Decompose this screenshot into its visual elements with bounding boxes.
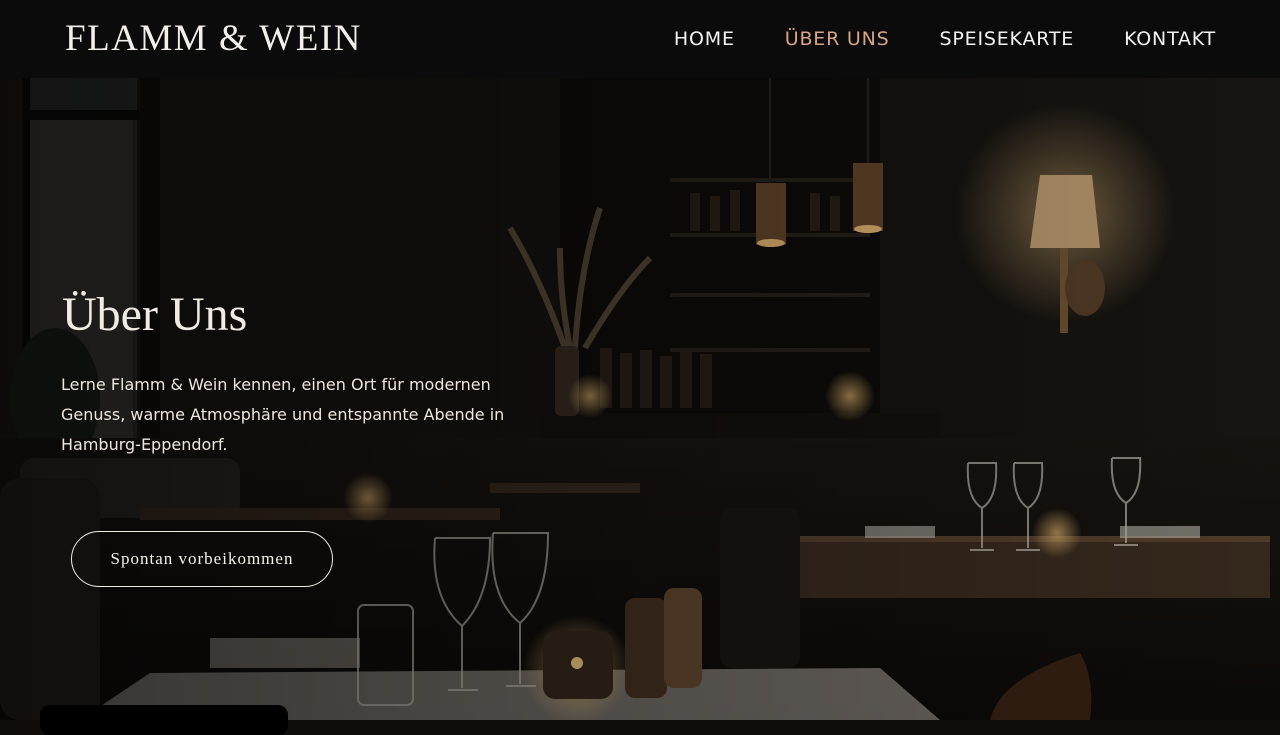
floating-widget-tab[interactable] [40,705,288,735]
page-title: Über Uns [62,288,248,341]
nav-item-home[interactable]: HOME [674,27,735,51]
main-nav: HOME ÜBER UNS SPEISEKARTE KONTAKT [624,27,1216,51]
nav-item-kontakt[interactable]: KONTAKT [1124,27,1216,51]
spontan-vorbeikommen-button[interactable]: Spontan vorbeikommen [71,531,333,587]
brand-logo[interactable]: FLAMM & WEIN [65,17,362,61]
hero-description: Lerne Flamm & Wein kennen, einen Ort für… [61,375,505,454]
site-header: FLAMM & WEIN HOME ÜBER UNS SPEISEKARTE K… [0,0,1280,78]
nav-item-speisekarte[interactable]: SPEISEKARTE [940,27,1075,51]
nav-item-ueber-uns[interactable]: ÜBER UNS [785,27,890,51]
